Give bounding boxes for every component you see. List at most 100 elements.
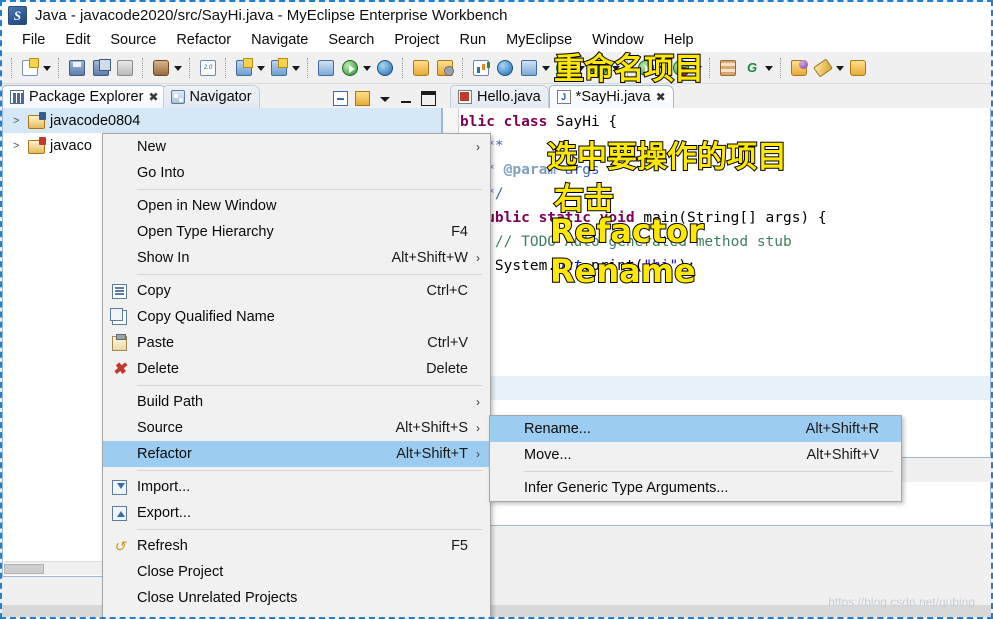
new-wizard-db-icon[interactable] — [268, 57, 290, 79]
tab-navigator[interactable]: Navigator — [162, 85, 260, 108]
menu-item-label: Rename... — [524, 421, 591, 437]
menu-item-label: Close Unrelated Projects — [137, 590, 298, 606]
menu-project[interactable]: Project — [384, 30, 449, 50]
menu-item-label: New — [137, 139, 167, 155]
back-icon[interactable] — [434, 57, 456, 79]
menu-refactor[interactable]: Refactor — [166, 30, 241, 50]
menu-item-label: Infer Generic Type Arguments... — [524, 480, 729, 496]
open-type-icon[interactable] — [315, 57, 337, 79]
tab-label: *SayHi.java — [575, 89, 651, 105]
menu-item-assign-working-sets[interactable]: Assign Working Sets... — [103, 611, 490, 617]
new-wizard-dropdown[interactable] — [42, 57, 53, 79]
context-menu[interactable]: New › Go Into Open in New Window Open Ty… — [102, 133, 491, 617]
tab-label: Package Explorer — [29, 89, 144, 105]
deploy-dropdown[interactable] — [541, 57, 552, 79]
menu-item-delete[interactable]: ✖ Delete Delete — [103, 356, 490, 382]
web-browser-icon[interactable] — [494, 57, 516, 79]
menu-item-refresh[interactable]: ↺ Refresh F5 — [103, 533, 490, 559]
jar-export-icon[interactable] — [150, 57, 172, 79]
submenu-item-rename[interactable]: Rename... Alt+Shift+R — [490, 416, 901, 442]
chevron-right-icon[interactable]: > — [13, 140, 23, 152]
menu-item-close-project[interactable]: Close Project — [103, 559, 490, 585]
menu-item-icon — [103, 160, 137, 186]
submenu-item-move[interactable]: Move... Alt+Shift+V — [490, 442, 901, 468]
tree-item-javacode0804[interactable]: > javacode0804 — [3, 108, 441, 133]
globe-icon[interactable] — [374, 57, 396, 79]
new-wizard-icon[interactable] — [19, 57, 41, 79]
report-icon[interactable] — [470, 57, 492, 79]
delete-icon: ✖ — [112, 361, 127, 378]
tree-item-label: javacode0804 — [50, 112, 141, 129]
close-icon[interactable]: ✖ — [148, 90, 158, 104]
version-icon[interactable] — [197, 57, 219, 79]
menu-item-icon — [103, 219, 137, 245]
menu-item-new[interactable]: New › — [103, 134, 490, 160]
menu-item-show-in[interactable]: Show In Alt+Shift+W › — [103, 245, 490, 271]
jar-export-dropdown[interactable] — [173, 57, 184, 79]
submenu-item-infer-generic-type-arguments[interactable]: Infer Generic Type Arguments... — [490, 475, 901, 501]
menu-item-icon — [103, 585, 137, 611]
tab-package-explorer[interactable]: Package Explorer ✖ — [2, 85, 167, 108]
new-wizard-web-dropdown[interactable] — [256, 57, 267, 79]
new-wizard-db-dropdown[interactable] — [291, 57, 302, 79]
menu-run[interactable]: Run — [449, 30, 496, 50]
view-menu-icon[interactable] — [377, 91, 392, 106]
menu-item-label: Go Into — [137, 165, 185, 181]
menu-item-copy-qualified-name[interactable]: Copy Qualified Name — [103, 304, 490, 330]
menu-edit[interactable]: Edit — [55, 30, 100, 50]
genuitec-dropdown[interactable] — [764, 57, 775, 79]
link-with-editor-icon[interactable] — [355, 91, 370, 106]
menu-item-paste[interactable]: Paste Ctrl+V — [103, 330, 490, 356]
menu-item-refactor[interactable]: Refactor Alt+Shift+T › — [103, 441, 490, 467]
menu-navigate[interactable]: Navigate — [241, 30, 318, 50]
left-view-tabs[interactable]: Package Explorer ✖ Navigator — [2, 84, 442, 108]
menu-item-open-type-hierarchy[interactable]: Open Type Hierarchy F4 — [103, 219, 490, 245]
menu-item-go-into[interactable]: Go Into — [103, 160, 490, 186]
menu-item-export[interactable]: Export... — [103, 500, 490, 526]
menu-file[interactable]: File — [12, 30, 55, 50]
deploy-icon[interactable] — [518, 57, 540, 79]
menu-item-close-unrelated-projects[interactable]: Close Unrelated Projects — [103, 585, 490, 611]
menu-item-source[interactable]: Source Alt+Shift+S › — [103, 415, 490, 441]
pen-dropdown[interactable] — [835, 57, 846, 79]
package-icon[interactable] — [847, 57, 869, 79]
tab-sayhi-java[interactable]: *SayHi.java ✖ — [548, 85, 674, 108]
scrollbar-thumb[interactable] — [4, 564, 44, 574]
maximize-icon[interactable] — [421, 91, 436, 106]
save-all-icon[interactable] — [90, 57, 112, 79]
run-external-icon[interactable] — [339, 57, 361, 79]
menu-item-icon — [103, 441, 137, 467]
menu-source[interactable]: Source — [100, 30, 166, 50]
new-wizard-web-icon[interactable] — [233, 57, 255, 79]
menu-item-label: Copy Qualified Name — [137, 309, 275, 325]
close-icon[interactable]: ✖ — [656, 90, 666, 104]
collapse-all-icon[interactable] — [333, 91, 348, 106]
menu-bar[interactable]: File Edit Source Refactor Navigate Searc… — [2, 28, 991, 52]
chevron-right-icon: › — [476, 421, 480, 435]
view-toolbar[interactable] — [333, 91, 442, 108]
menu-item-label: Copy — [137, 283, 171, 299]
run-external-dropdown[interactable] — [362, 57, 373, 79]
menu-item-copy[interactable]: Copy Ctrl+C — [103, 278, 490, 304]
annotation-select-project: 选中要操作的项目 — [546, 139, 788, 176]
minimize-icon[interactable] — [399, 91, 414, 106]
main-toolbar[interactable] — [2, 52, 991, 84]
chevron-right-icon[interactable]: > — [13, 115, 23, 127]
menu-item-build-path[interactable]: Build Path › — [103, 389, 490, 415]
menu-item-icon — [103, 134, 137, 160]
menu-item-open-in-new-window[interactable]: Open in New Window — [103, 193, 490, 219]
pen-icon[interactable] — [812, 57, 834, 79]
open-resource-icon[interactable] — [410, 57, 432, 79]
palette-icon[interactable] — [788, 57, 810, 79]
editor-tabs[interactable]: Hello.java *SayHi.java ✖ — [442, 84, 991, 108]
menu-item-import[interactable]: Import... — [103, 474, 490, 500]
genuitec-icon[interactable] — [741, 57, 763, 79]
refactor-submenu[interactable]: Rename... Alt+Shift+R Move... Alt+Shift+… — [489, 415, 902, 502]
print-icon[interactable] — [114, 57, 136, 79]
save-icon[interactable] — [66, 57, 88, 79]
menu-item-label: Import... — [137, 479, 191, 495]
menu-search[interactable]: Search — [318, 30, 384, 50]
tab-hello-java[interactable]: Hello.java — [450, 85, 549, 108]
chevron-right-icon: › — [476, 140, 480, 154]
new-grid-icon[interactable] — [717, 57, 739, 79]
